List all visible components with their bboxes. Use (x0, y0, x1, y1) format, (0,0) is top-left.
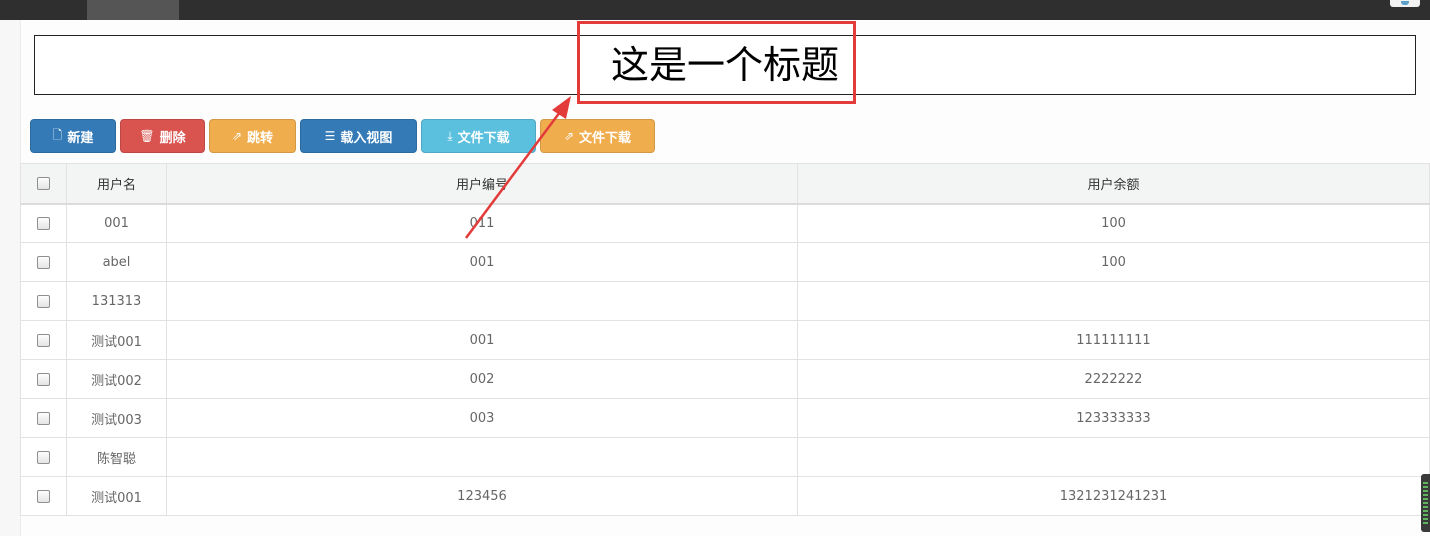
file-download-button-2[interactable]: ⇗ 文件下载 (540, 119, 655, 153)
column-header-user-id[interactable]: 用户编号 (166, 163, 798, 205)
column-header-username[interactable]: 用户名 (66, 163, 167, 205)
row-checkbox[interactable] (37, 372, 50, 386)
left-sidebar-edge (0, 20, 21, 536)
cell-balance: 111111111 (797, 320, 1430, 360)
cell-username: 测试002 (66, 359, 167, 399)
cell-balance: 2222222 (797, 359, 1430, 399)
new-button-label: 新建 (67, 130, 94, 146)
active-nav-tab[interactable] (87, 0, 179, 20)
cell-balance: 100 (797, 242, 1430, 282)
cell-user-id: 003 (166, 398, 798, 438)
list-icon: ☰ (324, 129, 336, 143)
cell-user-id: 001 (166, 242, 798, 282)
row-select-cell (20, 398, 67, 438)
cell-username: 131313 (66, 281, 167, 321)
row-checkbox[interactable] (37, 216, 50, 230)
table-row[interactable]: 测试001 001 111111111 (20, 320, 1430, 360)
table-row[interactable]: 001 011 100 (20, 203, 1430, 243)
cell-username: abel (66, 242, 167, 282)
column-header-balance[interactable]: 用户余额 (797, 163, 1430, 205)
load-view-button-label: 载入视图 (340, 130, 393, 146)
download-icon: ⤓ (447, 128, 453, 143)
cell-username: 测试001 (66, 320, 167, 360)
row-checkbox[interactable] (37, 255, 50, 269)
load-view-button[interactable]: ☰ 载入视图 (300, 119, 417, 153)
cell-user-id (166, 281, 798, 321)
row-checkbox[interactable] (37, 333, 50, 347)
table-row[interactable]: 测试003 003 123333333 (20, 398, 1430, 438)
file-icon: 🗋 (52, 127, 63, 142)
file-download-button-label: 文件下载 (457, 130, 510, 146)
share-icon: ⇗ (563, 129, 575, 143)
delete-button-label: 删除 (159, 130, 186, 146)
cell-balance: 123333333 (797, 398, 1430, 438)
row-select-cell (20, 320, 67, 360)
trash-icon: 🗑 (139, 129, 155, 143)
table-row[interactable]: 测试002 002 2222222 (20, 359, 1430, 399)
user-table: 用户名 用户编号 用户余额 001 011 100 abel 001 100 1… (20, 163, 1430, 516)
table-row[interactable]: abel 001 100 (20, 242, 1430, 282)
cell-username: 陈智聪 (66, 437, 167, 477)
cell-balance: 100 (797, 203, 1430, 243)
cell-balance (797, 281, 1430, 321)
cell-username: 001 (66, 203, 167, 243)
delete-button[interactable]: 🗑 删除 (120, 119, 205, 153)
cell-user-id: 123456 (166, 476, 798, 516)
jump-button[interactable]: ⇗ 跳转 (209, 119, 296, 153)
row-checkbox[interactable] (37, 450, 50, 464)
cell-user-id (166, 437, 798, 477)
row-checkbox[interactable] (37, 294, 50, 308)
row-select-cell (20, 281, 67, 321)
share-icon: ⇗ (231, 129, 243, 143)
row-select-cell (20, 359, 67, 399)
cell-user-id: 001 (166, 320, 798, 360)
file-download-button[interactable]: ⤓ 文件下载 (421, 119, 536, 153)
table-header-row: 用户名 用户编号 用户余额 (20, 163, 1430, 205)
user-avatar-icon[interactable] (1390, 0, 1420, 7)
cell-balance (797, 437, 1430, 477)
row-checkbox[interactable] (37, 489, 50, 503)
cell-username: 测试003 (66, 398, 167, 438)
cell-user-id: 002 (166, 359, 798, 399)
annotation-highlight-box (577, 21, 856, 104)
jump-button-label: 跳转 (247, 130, 274, 146)
side-monitor-widget[interactable] (1421, 474, 1430, 532)
row-select-cell (20, 476, 67, 516)
select-all-checkbox[interactable] (37, 176, 50, 190)
cell-user-id: 011 (166, 203, 798, 243)
annotation-arrow-head (552, 96, 571, 119)
cell-username: 测试001 (66, 476, 167, 516)
table-row[interactable]: 131313 (20, 281, 1430, 321)
cell-balance: 1321231241231 (797, 476, 1430, 516)
table-row[interactable]: 陈智聪 (20, 437, 1430, 477)
row-checkbox[interactable] (37, 411, 50, 425)
row-select-cell (20, 203, 67, 243)
top-navbar (0, 0, 1430, 20)
row-select-cell (20, 437, 67, 477)
select-all-cell (20, 163, 67, 205)
file-download-button-2-label: 文件下载 (579, 130, 632, 146)
level-bars (1423, 482, 1428, 526)
table-row[interactable]: 测试001 123456 1321231241231 (20, 476, 1430, 516)
row-select-cell (20, 242, 67, 282)
new-button[interactable]: 🗋 新建 (30, 119, 116, 153)
